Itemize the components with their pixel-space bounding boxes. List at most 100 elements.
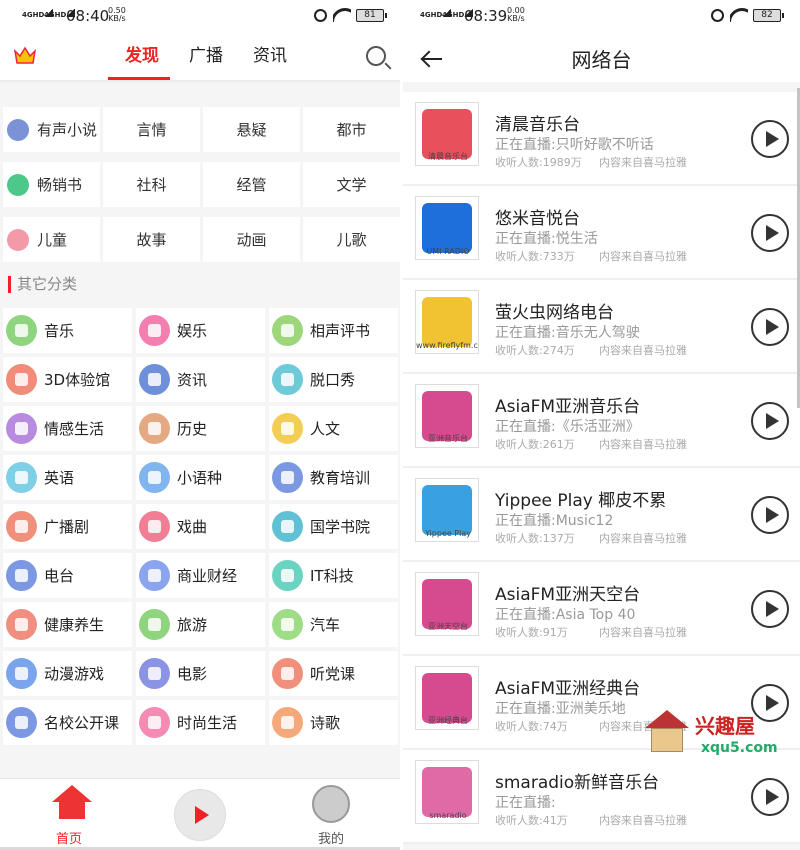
other-category-item[interactable]: IT科技 xyxy=(269,553,398,598)
other-category-item[interactable]: 动漫游戏 xyxy=(3,651,132,696)
home-icon[interactable] xyxy=(52,785,92,821)
other-category-item[interactable]: 小语种 xyxy=(136,455,265,500)
category-item[interactable]: 畅销书 xyxy=(3,162,100,207)
other-category-item[interactable]: 汽车 xyxy=(269,602,398,647)
wifi-icon xyxy=(730,8,748,22)
play-icon[interactable] xyxy=(751,402,789,440)
other-category-item[interactable]: 音乐 xyxy=(3,308,132,353)
station-logo-text: 亚洲天空台 xyxy=(428,622,468,631)
alarm-icon xyxy=(314,9,327,22)
cup-icon xyxy=(6,609,37,640)
other-category-item[interactable]: 诗歌 xyxy=(269,700,398,745)
opera-icon xyxy=(139,511,170,542)
other-category-item[interactable]: 脱口秀 xyxy=(269,357,398,402)
house-icon xyxy=(645,710,689,754)
play-icon[interactable] xyxy=(751,590,789,628)
leaf-icon xyxy=(272,707,303,738)
category-item[interactable]: 言情 xyxy=(103,107,200,152)
crown-icon[interactable] xyxy=(14,46,36,64)
play-icon[interactable] xyxy=(751,308,789,346)
tab-broadcast[interactable]: 广播 xyxy=(174,34,238,82)
status-time: 08:39 xyxy=(464,7,508,25)
station-row[interactable]: 清晨音乐台 清晨音乐台 正在直播:只听好歌不听话 收听人数:1989万 内容来自喜马拉雅 xyxy=(403,92,800,186)
station-logo: 亚洲天空台 xyxy=(415,572,479,636)
top-tabs: 发现 广播 资讯 xyxy=(110,34,302,82)
other-category-label: 商业财经 xyxy=(177,567,238,585)
other-category-item[interactable]: 3D体验馆 xyxy=(3,357,132,402)
category-item[interactable]: 经管 xyxy=(203,162,300,207)
other-category-item[interactable]: 国学书院 xyxy=(269,504,398,549)
station-logo: Yippee Play xyxy=(415,478,479,542)
other-category-item[interactable]: 情感生活 xyxy=(3,406,132,451)
category-item[interactable]: 儿歌 xyxy=(303,217,400,262)
other-category-label: IT科技 xyxy=(310,567,354,585)
other-category-item[interactable]: 名校公开课 xyxy=(3,700,132,745)
category-item[interactable]: 有声小说 xyxy=(3,107,100,152)
building-icon xyxy=(139,413,170,444)
other-category-item[interactable]: 英语 xyxy=(3,455,132,500)
tab-news[interactable]: 资讯 xyxy=(238,34,302,82)
category-item[interactable]: 动画 xyxy=(203,217,300,262)
category-label: 儿歌 xyxy=(336,231,367,249)
category-item[interactable]: 文学 xyxy=(303,162,400,207)
other-category-item[interactable]: 商业财经 xyxy=(136,553,265,598)
other-category-item[interactable]: 相声评书 xyxy=(269,308,398,353)
other-category-item[interactable]: 听党课 xyxy=(269,651,398,696)
other-category-item[interactable]: 健康养生 xyxy=(3,602,132,647)
avatar-icon[interactable] xyxy=(312,785,350,823)
other-category-item[interactable]: 人文 xyxy=(269,406,398,451)
station-logo: smaradio xyxy=(415,760,479,824)
category-item[interactable]: 故事 xyxy=(103,217,200,262)
station-logo-art xyxy=(422,767,472,817)
category-label: 悬疑 xyxy=(236,121,267,139)
station-name: 悠米音悦台 xyxy=(495,209,580,229)
station-source: 内容来自喜马拉雅 xyxy=(599,156,687,169)
other-category-item[interactable]: 电台 xyxy=(3,553,132,598)
search-icon[interactable] xyxy=(366,46,386,66)
other-category-label: 小语种 xyxy=(177,469,223,487)
other-category-item[interactable]: 资讯 xyxy=(136,357,265,402)
station-logo: www.fireflyfm.com xyxy=(415,290,479,354)
play-icon[interactable] xyxy=(751,778,789,816)
station-name: 萤火虫网络电台 xyxy=(495,303,614,323)
other-category-item[interactable]: 娱乐 xyxy=(136,308,265,353)
category-label: 经管 xyxy=(236,176,267,194)
nav-mine-label[interactable]: 我的 xyxy=(318,828,344,847)
other-category-label: 动漫游戏 xyxy=(44,665,105,683)
heart-icon xyxy=(6,413,37,444)
station-logo: UMI RADIO xyxy=(415,196,479,260)
station-row[interactable]: 亚洲天空台 AsiaFM亚洲天空台 正在直播:Asia Top 40 收听人数:91万… xyxy=(403,562,800,656)
station-row[interactable]: UMI RADIO 悠米音悦台 正在直播:悦生活 收听人数:733万 内容来自喜马拉雅 xyxy=(403,186,800,280)
tab-discover[interactable]: 发现 xyxy=(110,34,174,82)
station-logo-art xyxy=(422,203,472,253)
film-icon xyxy=(139,658,170,689)
other-category-item[interactable]: 时尚生活 xyxy=(136,700,265,745)
station-row[interactable]: www.fireflyfm.com 萤火虫网络电台正在直播:音乐无人驾驶收听人数:… xyxy=(403,280,800,374)
play-icon[interactable] xyxy=(751,496,789,534)
station-row[interactable]: 亚洲音乐台 AsiaFM亚洲音乐台 正在直播:《乐活亚洲》 收听人数:261万 内容来自… xyxy=(403,374,800,468)
station-live-now: 正在直播:Music12 xyxy=(495,513,614,529)
other-category-item[interactable]: 教育培训 xyxy=(269,455,398,500)
play-icon[interactable] xyxy=(751,214,789,252)
play-button[interactable] xyxy=(174,789,226,841)
wifi-icon xyxy=(333,8,351,22)
category-item[interactable]: 儿童 xyxy=(3,217,100,262)
other-category-label: 旅游 xyxy=(177,616,208,634)
other-category-item[interactable]: 电影 xyxy=(136,651,265,696)
category-item[interactable]: 悬疑 xyxy=(203,107,300,152)
planet-icon xyxy=(139,462,170,493)
other-category-item[interactable]: 历史 xyxy=(136,406,265,451)
station-row[interactable]: Yippee Play Yippee Play 椰皮不累 正在直播:Music12 收… xyxy=(403,468,800,562)
nav-home-label[interactable]: 首页 xyxy=(56,828,82,847)
other-category-item[interactable]: 旅游 xyxy=(136,602,265,647)
battery-icon: 82 xyxy=(753,9,784,22)
other-category-item[interactable]: 戏曲 xyxy=(136,504,265,549)
discover-screen: 4GHD 4GHD 08:40 0.50 KB/s 81 发现 广播 资讯 有声小… xyxy=(0,0,400,850)
station-listeners: 收听人数:74万 xyxy=(495,720,568,733)
other-category-item[interactable]: 广播剧 xyxy=(3,504,132,549)
station-live-now: 正在直播:悦生活 xyxy=(495,231,598,247)
station-logo-text: Yippee Play xyxy=(424,529,472,538)
category-item[interactable]: 社科 xyxy=(103,162,200,207)
play-icon[interactable] xyxy=(751,120,789,158)
category-item[interactable]: 都市 xyxy=(303,107,400,152)
